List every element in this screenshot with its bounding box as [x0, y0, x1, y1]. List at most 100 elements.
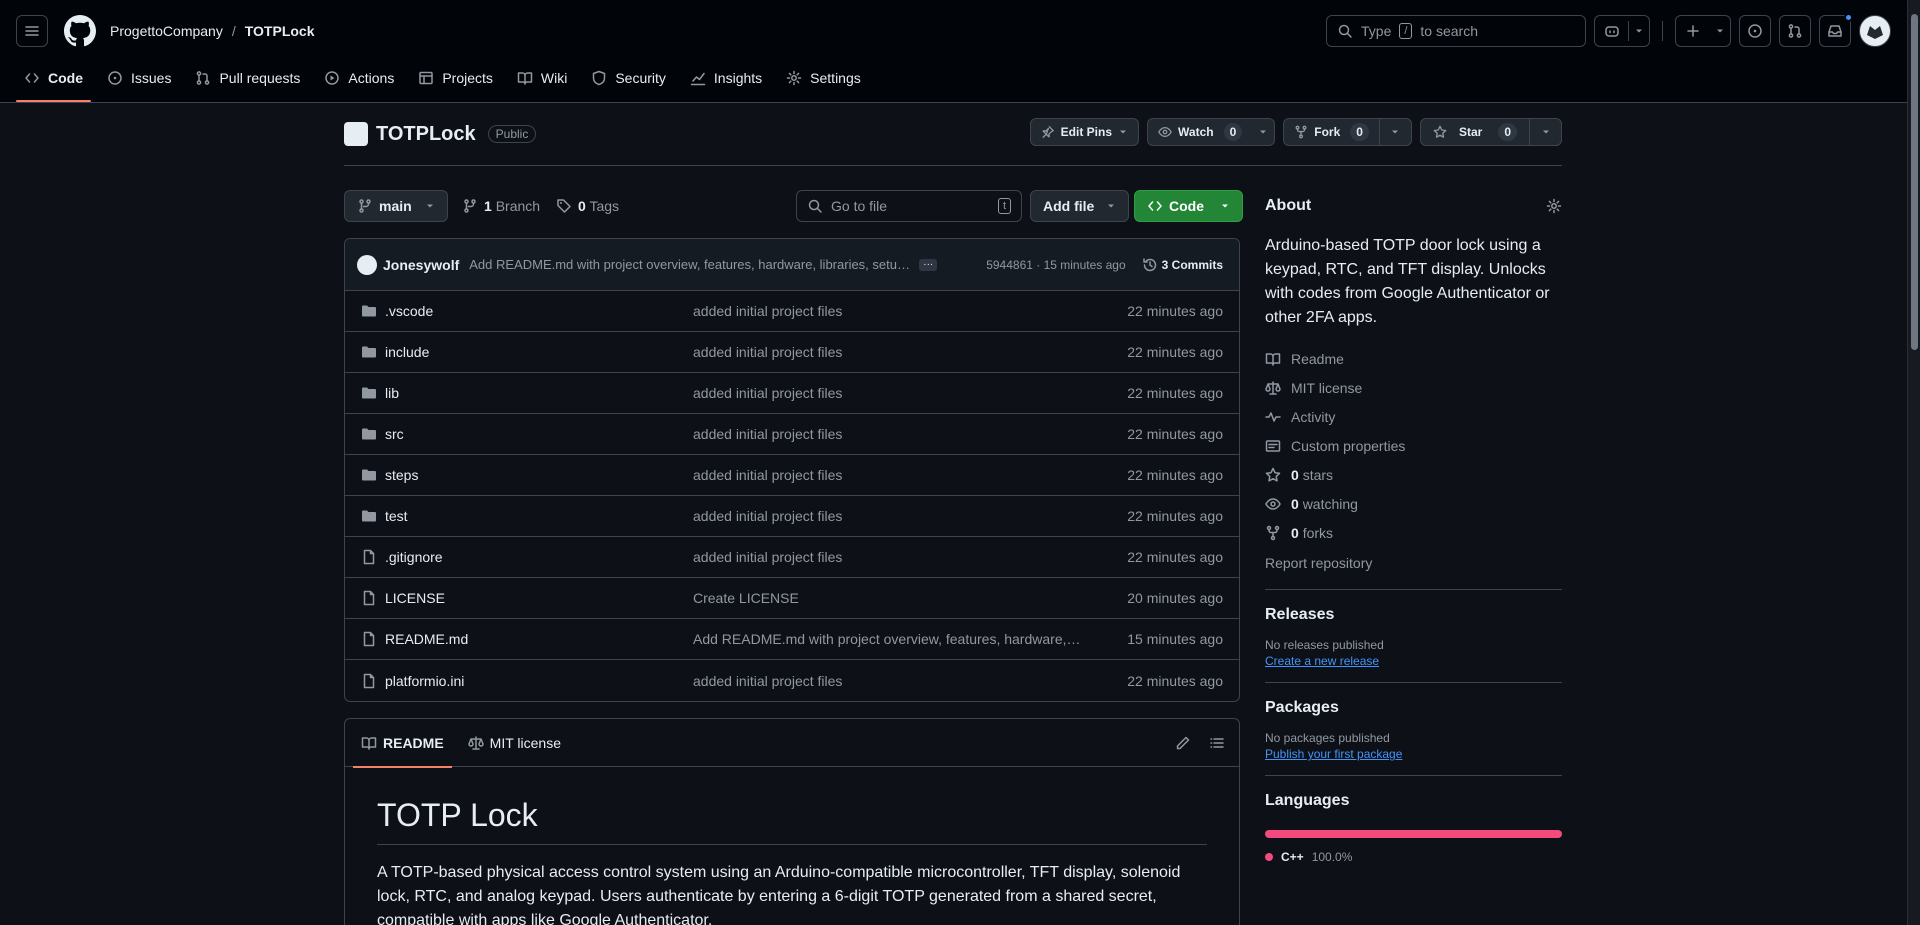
- tab-settings[interactable]: Settings: [778, 62, 869, 94]
- pull-request-icon: [1788, 24, 1802, 38]
- commits-link[interactable]: 3 Commits: [1142, 257, 1223, 273]
- scrollbar-thumb[interactable]: [1911, 14, 1918, 350]
- tab-issues[interactable]: Issues: [99, 62, 179, 94]
- watch-button[interactable]: Watch 0: [1147, 118, 1276, 146]
- tab-wiki[interactable]: Wiki: [509, 62, 575, 94]
- about-link-label: Readme: [1291, 350, 1344, 367]
- file-commit-message[interactable]: Create LICENSE: [693, 590, 1083, 606]
- tab-license[interactable]: MIT license: [460, 719, 569, 767]
- star-dropdown[interactable]: [1529, 119, 1561, 145]
- file-icon: [363, 590, 375, 606]
- table-row[interactable]: steps added initial project files 22 minut…: [345, 455, 1239, 496]
- add-file-button[interactable]: Add file: [1030, 190, 1130, 222]
- table-row[interactable]: LICENSE Create LICENSE 20 minutes ago: [345, 578, 1239, 619]
- create-new-button[interactable]: [1675, 15, 1731, 47]
- watch-dropdown[interactable]: [1252, 119, 1274, 145]
- branch-count: 1: [484, 198, 492, 214]
- packages-section: Packages No packages published Publish y…: [1265, 682, 1562, 761]
- tab-pull-requests[interactable]: Pull requests: [187, 62, 308, 94]
- pencil-icon[interactable]: [1175, 735, 1191, 751]
- table-row[interactable]: platformio.ini added initial project file…: [345, 660, 1239, 701]
- github-logo-icon[interactable]: [64, 15, 96, 47]
- tab-security[interactable]: Security: [583, 62, 674, 94]
- file-name[interactable]: platformio.ini: [385, 673, 464, 689]
- commit-meta[interactable]: 5944861 · 15 minutes ago: [986, 258, 1125, 272]
- notifications-button[interactable]: [1819, 13, 1853, 47]
- tab-readme[interactable]: README: [353, 719, 452, 768]
- table-row[interactable]: .gitignore added initial project files 22 …: [345, 537, 1239, 578]
- table-row[interactable]: test added initial project files 22 minute…: [345, 496, 1239, 537]
- file-commit-message[interactable]: added initial project files: [693, 344, 1083, 360]
- list-outline-icon[interactable]: [1209, 735, 1225, 751]
- file-commit-message[interactable]: added initial project files: [693, 467, 1083, 483]
- branch-selector[interactable]: main: [344, 190, 448, 222]
- avatar[interactable]: [1859, 15, 1891, 47]
- file-name[interactable]: lib: [385, 385, 399, 401]
- page-scrollbar[interactable]: [1907, 0, 1920, 925]
- commit-author-avatar[interactable]: [357, 254, 377, 275]
- about-link-stars[interactable]: 0 stars: [1265, 460, 1562, 489]
- gear-icon[interactable]: [1546, 198, 1562, 214]
- publish-package-link[interactable]: Publish your first package: [1265, 747, 1402, 761]
- file-name[interactable]: test: [385, 508, 408, 524]
- file-commit-message[interactable]: added initial project files: [693, 426, 1083, 442]
- file-name[interactable]: README.md: [385, 631, 468, 647]
- file-commit-message[interactable]: added initial project files: [693, 303, 1083, 319]
- about-link-forks[interactable]: 0 forks: [1265, 518, 1562, 547]
- file-name[interactable]: src: [385, 426, 404, 442]
- table-row[interactable]: README.md Add README.md with project over…: [345, 619, 1239, 660]
- file-name[interactable]: LICENSE: [385, 590, 445, 606]
- file-commit-message[interactable]: added initial project files: [693, 673, 1083, 689]
- copilot-button[interactable]: [1594, 15, 1650, 47]
- releases-heading[interactable]: Releases: [1265, 606, 1562, 624]
- report-repository-link[interactable]: Report repository: [1265, 555, 1372, 571]
- table-row[interactable]: src added initial project files 22 minutes…: [345, 414, 1239, 455]
- commit-message[interactable]: Add README.md with project overview, fea…: [469, 257, 911, 272]
- star-button[interactable]: Star 0: [1419, 118, 1562, 146]
- chevron-down-icon[interactable]: [1629, 16, 1649, 46]
- tags-link[interactable]: 0 Tags: [578, 198, 619, 214]
- menu-button[interactable]: [16, 15, 48, 47]
- file-commit-message[interactable]: added initial project files: [693, 549, 1083, 565]
- language-item[interactable]: C++ 100.0%: [1265, 850, 1562, 864]
- file-commit-message[interactable]: Add README.md with project overview, fea…: [693, 631, 1083, 647]
- create-release-link[interactable]: Create a new release: [1265, 654, 1379, 668]
- file-name[interactable]: .gitignore: [385, 549, 443, 565]
- code-button[interactable]: Code: [1134, 190, 1243, 222]
- about-link-activity[interactable]: Activity: [1265, 402, 1562, 431]
- file-name[interactable]: include: [385, 344, 429, 360]
- fork-button[interactable]: Fork 0: [1283, 118, 1412, 146]
- tab-code[interactable]: Code: [16, 62, 91, 102]
- folder-icon: [362, 510, 376, 522]
- pull-requests-button[interactable]: [1779, 15, 1811, 47]
- file-name[interactable]: .vscode: [385, 303, 433, 319]
- about-link-mit-license[interactable]: MIT license: [1265, 373, 1562, 402]
- search-input[interactable]: Type / to search: [1326, 15, 1586, 47]
- branches-link[interactable]: 1 Branch: [484, 198, 540, 214]
- branch-count-label: Branch: [495, 198, 541, 214]
- table-row[interactable]: lib added initial project files 22 minutes…: [345, 373, 1239, 414]
- about-link-watching[interactable]: 0 watching: [1265, 489, 1562, 518]
- tab-insights[interactable]: Insights: [682, 62, 770, 94]
- repo-title[interactable]: TOTPLock: [376, 123, 476, 146]
- fork-dropdown[interactable]: [1378, 119, 1411, 145]
- file-commit-message[interactable]: added initial project files: [693, 508, 1083, 524]
- tab-projects[interactable]: Projects: [410, 62, 501, 94]
- about-link-readme[interactable]: Readme: [1265, 344, 1562, 373]
- play-icon: [325, 71, 340, 85]
- breadcrumb-repo[interactable]: TOTPLock: [245, 23, 315, 39]
- file-name[interactable]: steps: [385, 467, 418, 483]
- about-link-custom-properties[interactable]: Custom properties: [1265, 431, 1562, 460]
- commit-author[interactable]: Jonesywolf: [383, 257, 459, 273]
- go-to-file-input[interactable]: Go to file t: [796, 190, 1022, 222]
- search-icon: [1338, 24, 1352, 38]
- table-row[interactable]: .vscode added initial project files 22 min…: [345, 291, 1239, 332]
- packages-heading[interactable]: Packages: [1265, 699, 1562, 717]
- file-commit-message[interactable]: added initial project files: [693, 385, 1083, 401]
- table-row[interactable]: include added initial project files 22 min…: [345, 332, 1239, 373]
- tab-actions[interactable]: Actions: [316, 62, 402, 94]
- expand-commit-message-button[interactable]: ···: [919, 258, 938, 271]
- edit-pins-button[interactable]: Edit Pins: [1029, 118, 1140, 146]
- breadcrumb-owner[interactable]: ProgettoCompany: [110, 23, 223, 39]
- issues-button[interactable]: [1739, 15, 1771, 47]
